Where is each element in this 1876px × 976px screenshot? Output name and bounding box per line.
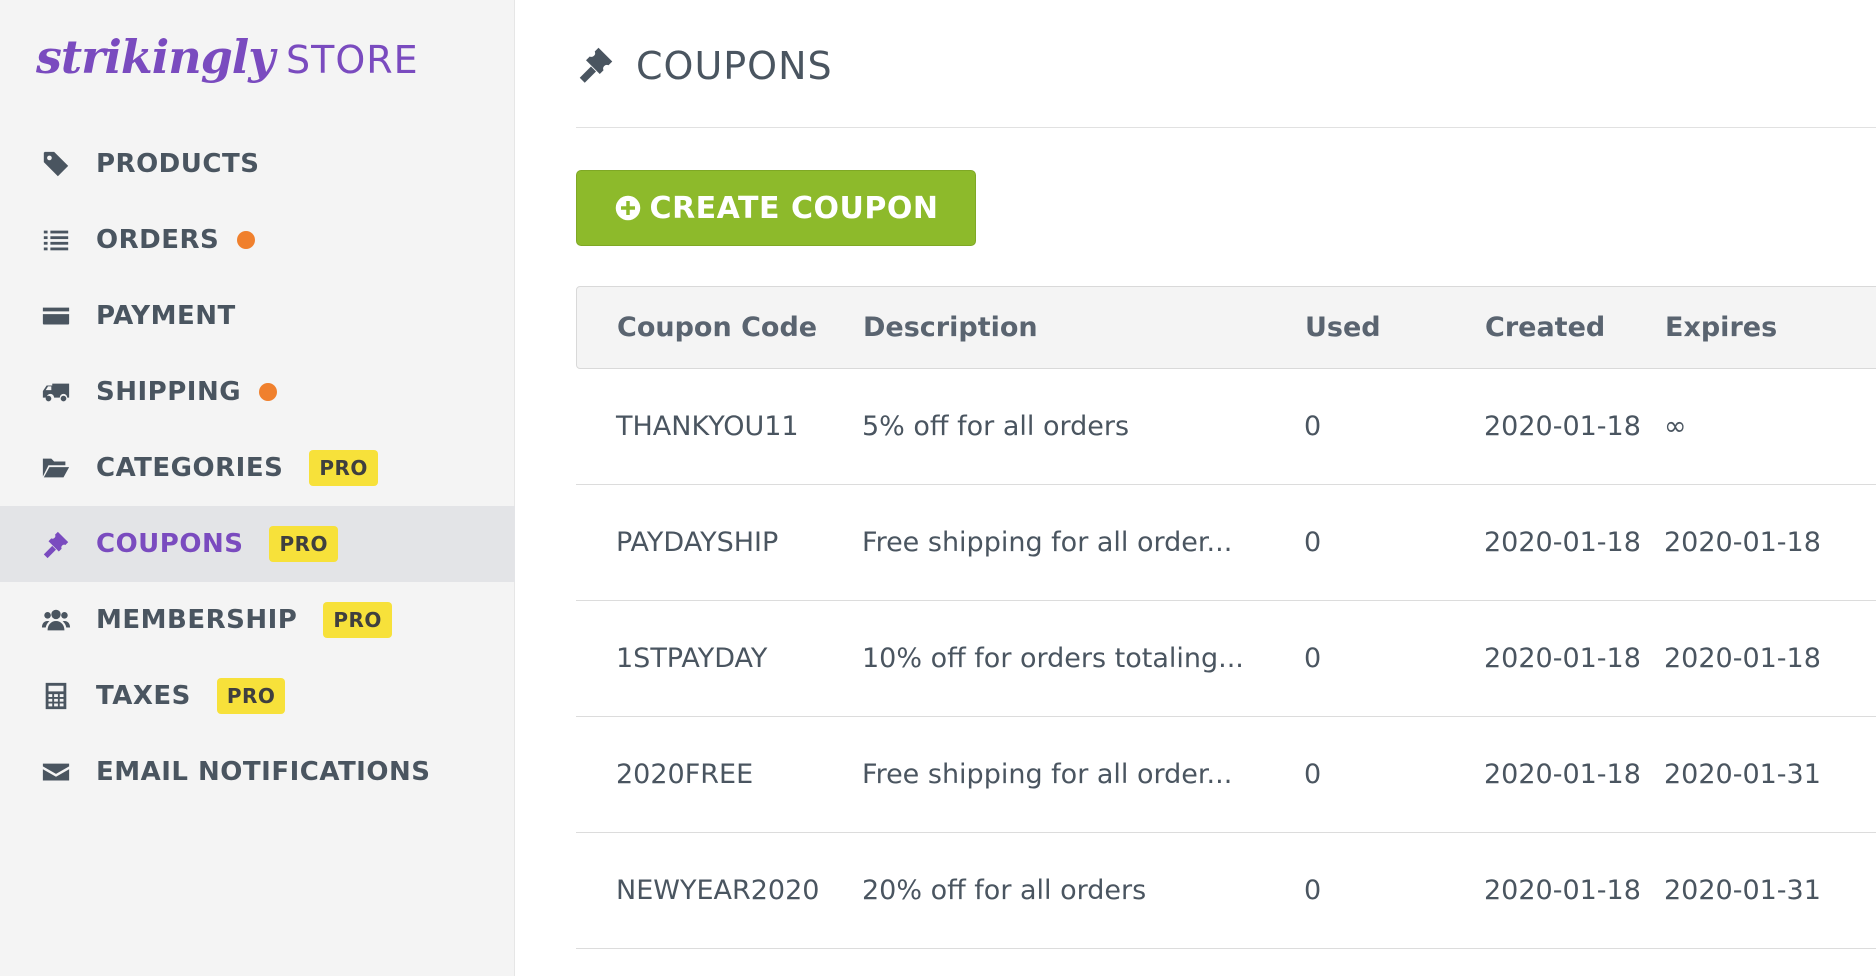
table-row[interactable]: PAYDAYSHIP Free shipping for all order..… — [576, 485, 1876, 601]
coupon-created: 2020-01-18 — [1484, 527, 1641, 558]
coupon-used: 0 — [1304, 759, 1322, 790]
coupon-expires: ∞ — [1664, 411, 1687, 442]
coupon-used: 0 — [1304, 643, 1322, 674]
coupon-code: THANKYOU11 — [616, 411, 799, 442]
coupon-created: 2020-01-18 — [1484, 759, 1641, 790]
coupon-used: 0 — [1304, 527, 1322, 558]
coupon-code: 2020FREE — [616, 759, 754, 790]
store-logo[interactable]: strikingly STORE — [36, 30, 419, 90]
coupon-expires: 2020-01-18 — [1664, 643, 1821, 674]
main-content: COUPONS CREATE COUPON Coupon Code Descri… — [576, 0, 1876, 976]
pro-badge: PRO — [309, 450, 378, 486]
column-header-description[interactable]: Description — [863, 312, 1038, 343]
sidebar-item-orders[interactable]: ORDERS — [0, 202, 515, 278]
table-row[interactable]: NEWYEAR2020 20% off for all orders 0 202… — [576, 833, 1876, 949]
ticket-icon — [576, 44, 616, 88]
coupon-description: 20% off for all orders — [862, 875, 1147, 906]
coupon-created: 2020-01-18 — [1484, 643, 1641, 674]
sidebar-item-label: EMAIL NOTIFICATIONS — [96, 757, 431, 787]
sidebar-item-label: PAYMENT — [96, 301, 236, 331]
column-header-expires[interactable]: Expires — [1665, 312, 1777, 343]
sidebar-item-taxes[interactable]: TAXES PRO — [0, 658, 515, 734]
pro-badge: PRO — [216, 678, 286, 714]
coupon-code: PAYDAYSHIP — [616, 527, 779, 558]
create-coupon-button[interactable]: CREATE COUPON — [576, 170, 976, 246]
sidebar-item-label: PRODUCTS — [96, 149, 260, 179]
divider — [576, 127, 1876, 128]
sidebar-item-label: MEMBERSHIP — [96, 605, 298, 635]
coupon-code: 1STPAYDAY — [616, 643, 768, 674]
column-header-created[interactable]: Created — [1485, 312, 1605, 343]
notification-dot — [259, 383, 278, 401]
folder-open-icon — [40, 452, 72, 484]
sidebar-item-categories[interactable]: CATEGORIES PRO — [0, 430, 515, 506]
column-header-coupon-code[interactable]: Coupon Code — [617, 312, 817, 343]
sidebar-item-label: COUPONS — [96, 529, 244, 559]
table-header: Coupon Code Description Used Created Exp… — [576, 286, 1876, 369]
column-header-used[interactable]: Used — [1305, 312, 1381, 343]
envelope-icon — [40, 756, 72, 788]
coupon-description: 5% off for all orders — [862, 411, 1130, 442]
brand-wordmark: strikingly — [36, 30, 275, 84]
credit-card-icon — [40, 300, 72, 332]
users-icon — [40, 604, 72, 636]
truck-icon — [40, 376, 72, 408]
tag-icon — [40, 148, 72, 180]
brand-store-label: STORE — [286, 38, 419, 82]
sidebar-item-label: ORDERS — [96, 225, 220, 255]
coupon-used: 0 — [1304, 875, 1322, 906]
coupon-description: Free shipping for all order... — [862, 527, 1233, 558]
ticket-icon — [40, 528, 72, 560]
create-coupon-label: CREATE COUPON — [649, 190, 939, 226]
pro-badge: PRO — [323, 602, 392, 638]
sidebar-item-products[interactable]: PRODUCTS — [0, 126, 515, 202]
table-row[interactable]: THANKYOU11 5% off for all orders 0 2020-… — [576, 369, 1876, 485]
table-row[interactable]: 2020FREE Free shipping for all order... … — [576, 717, 1876, 833]
coupon-created: 2020-01-18 — [1484, 875, 1641, 906]
coupon-expires: 2020-01-31 — [1664, 875, 1821, 906]
sidebar-nav: PRODUCTS ORDERS PAYMENT SHIPPING CATEGOR… — [0, 126, 515, 810]
coupons-table: Coupon Code Description Used Created Exp… — [576, 286, 1876, 949]
sidebar: strikingly STORE PRODUCTS ORDERS PAYMENT — [0, 0, 515, 976]
coupon-used: 0 — [1304, 411, 1322, 442]
coupon-expires: 2020-01-31 — [1664, 759, 1821, 790]
sidebar-item-payment[interactable]: PAYMENT — [0, 278, 515, 354]
coupon-created: 2020-01-18 — [1484, 411, 1641, 442]
page-title: COUPONS — [636, 44, 833, 88]
coupon-code: NEWYEAR2020 — [616, 875, 820, 906]
sidebar-item-label: CATEGORIES — [96, 453, 284, 483]
notification-dot — [237, 231, 256, 249]
plus-circle-icon — [615, 195, 640, 221]
pro-badge: PRO — [269, 526, 339, 562]
sidebar-item-label: SHIPPING — [96, 377, 242, 407]
coupon-description: 10% off for orders totaling... — [862, 643, 1244, 674]
coupon-description: Free shipping for all order... — [862, 759, 1233, 790]
sidebar-item-label: TAXES — [96, 681, 191, 711]
page-header: COUPONS — [576, 40, 833, 92]
sidebar-item-shipping[interactable]: SHIPPING — [0, 354, 515, 430]
list-icon — [40, 224, 72, 256]
coupon-expires: 2020-01-18 — [1664, 527, 1821, 558]
sidebar-item-coupons[interactable]: COUPONS PRO — [0, 506, 515, 582]
sidebar-item-email-notifications[interactable]: EMAIL NOTIFICATIONS — [0, 734, 515, 810]
calculator-icon — [40, 680, 72, 712]
table-row[interactable]: 1STPAYDAY 10% off for orders totaling...… — [576, 601, 1876, 717]
sidebar-item-membership[interactable]: MEMBERSHIP PRO — [0, 582, 515, 658]
